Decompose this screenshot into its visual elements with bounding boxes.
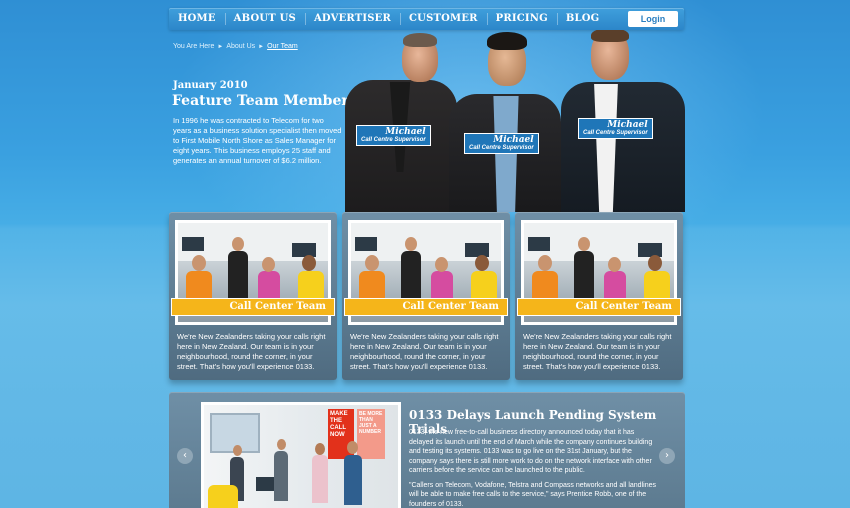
team-name-3: Michael xyxy=(607,120,648,130)
team-tag-2: Michael Call Centre Supervisor xyxy=(464,133,539,154)
chevron-right-icon[interactable]: › xyxy=(659,448,675,464)
hero-date: January 2010 xyxy=(173,80,248,91)
hero-description: In 1996 he was contracted to Telecom for… xyxy=(173,116,342,165)
breadcrumb-label: You Are Here xyxy=(173,43,215,50)
card-description: We're New Zealanders taking your calls r… xyxy=(523,332,672,371)
breadcrumb: You Are Here ► About Us ► Our Team xyxy=(173,43,298,50)
card-title: Call Center Team xyxy=(517,298,681,316)
breadcrumb-about-us[interactable]: About Us xyxy=(226,43,255,50)
team-name-1: Michael xyxy=(385,127,426,137)
team-role-2: Call Centre Supervisor xyxy=(469,145,534,151)
news-photo: MAKE THE CALL NOW BE MORE THAN JUST A NU… xyxy=(201,402,401,508)
page-title: Feature Team Members xyxy=(172,93,357,109)
login-button[interactable]: Login xyxy=(628,11,678,27)
nav-customer[interactable]: CUSTOMER xyxy=(400,8,487,30)
team-role-3: Call Centre Supervisor xyxy=(583,130,648,136)
main-nav: HOME ABOUT US ADVERTISER CUSTOMER PRICIN… xyxy=(169,8,684,30)
team-card-1[interactable]: Call Center Team We're New Zealanders ta… xyxy=(169,212,337,380)
nav-pricing[interactable]: PRICING xyxy=(486,8,557,30)
card-description: We're New Zealanders taking your calls r… xyxy=(350,332,499,371)
chevron-right-icon: ► xyxy=(217,43,224,50)
card-title: Call Center Team xyxy=(171,298,335,316)
nav-blog[interactable]: BLOG xyxy=(556,8,609,30)
news-paragraph: 0133, the new free-to-call business dire… xyxy=(409,429,653,474)
card-description: We're New Zealanders taking your calls r… xyxy=(177,332,326,371)
team-card-3[interactable]: Call Center Team We're New Zealanders ta… xyxy=(515,212,683,380)
team-card-2[interactable]: Call Center Team We're New Zealanders ta… xyxy=(342,212,510,380)
news-body: 0133, the new free-to-call business dire… xyxy=(409,428,657,508)
news-paragraph: "Callers on Telecom, Vodafone, Telstra a… xyxy=(409,481,656,508)
team-tag-1: Michael Call Centre Supervisor xyxy=(356,125,431,146)
team-tag-3: Michael Call Centre Supervisor xyxy=(578,118,653,139)
team-role-1: Call Centre Supervisor xyxy=(361,137,426,143)
breadcrumb-our-team[interactable]: Our Team xyxy=(267,43,298,50)
news-panel: ‹ MAKE THE CALL NOW BE MORE THAN JUST A … xyxy=(169,392,685,508)
card-title: Call Center Team xyxy=(344,298,508,316)
poster-2: BE MORE THAN JUST A NUMBER xyxy=(357,409,385,459)
nav-home[interactable]: HOME xyxy=(169,8,225,30)
team-name-2: Michael xyxy=(493,135,534,145)
chevron-left-icon[interactable]: ‹ xyxy=(177,448,193,464)
chevron-right-icon: ► xyxy=(258,43,265,50)
nav-about-us[interactable]: ABOUT US xyxy=(224,8,305,30)
nav-advertiser[interactable]: ADVERTISER xyxy=(304,8,400,30)
